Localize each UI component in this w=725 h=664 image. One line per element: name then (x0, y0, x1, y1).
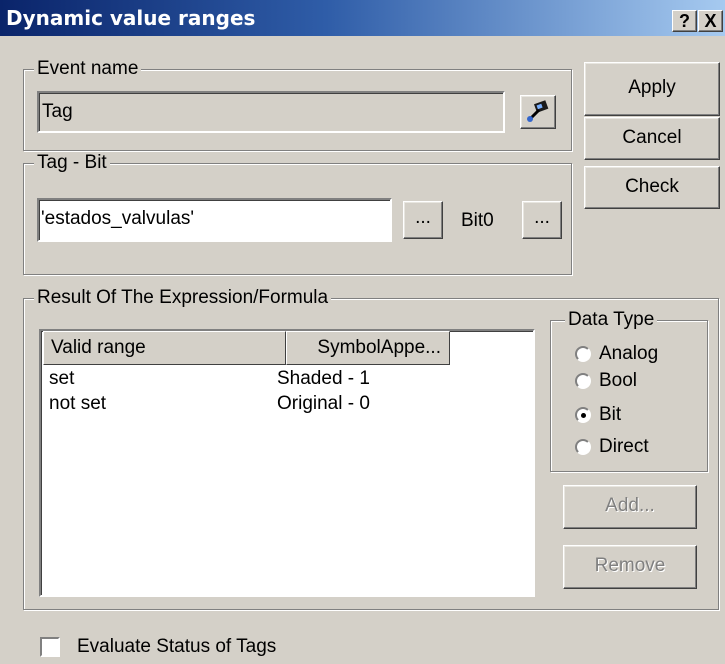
radio-selected-dot (581, 413, 586, 418)
apply-button[interactable]: Apply (584, 62, 720, 116)
bit-label: Bit0 (461, 210, 494, 231)
cancel-button[interactable]: Cancel (584, 117, 720, 160)
valid-range-list[interactable]: Valid range SymbolAppe... set Shaded - 1… (39, 329, 535, 597)
close-button[interactable]: X (698, 10, 723, 32)
row-range[interactable]: set (49, 368, 74, 390)
row-range[interactable]: not set (49, 393, 106, 415)
event-name-value: Tag (42, 101, 73, 122)
column-header-valid-range[interactable]: Valid range (43, 331, 286, 365)
result-legend: Result Of The Expression/Formula (34, 287, 332, 309)
tag-browse-button[interactable]: ... (403, 201, 443, 239)
bit-browse-button[interactable]: ... (522, 201, 562, 239)
evaluate-status-label: Evaluate Status of Tags (77, 636, 277, 657)
help-button[interactable]: ? (672, 10, 697, 32)
remove-button[interactable]: Remove (563, 545, 697, 589)
tag-value: 'estados_valvulas' (41, 208, 195, 229)
row-symbol[interactable]: Shaded - 1 (277, 368, 370, 390)
add-button[interactable]: Add... (563, 485, 697, 529)
title-bar: Dynamic value ranges ? X (0, 0, 725, 36)
tag-picker-button[interactable] (520, 95, 556, 129)
event-name-legend: Event name (34, 58, 142, 80)
tag-bit-legend: Tag - Bit (34, 152, 110, 174)
tag-picker-icon (527, 100, 549, 122)
data-type-legend: Data Type (565, 309, 658, 331)
row-symbol[interactable]: Original - 0 (277, 393, 370, 415)
check-button[interactable]: Check (584, 166, 720, 209)
event-name-field[interactable]: Tag (37, 91, 505, 133)
evaluate-status-checkbox[interactable] (40, 637, 60, 657)
tag-field[interactable]: 'estados_valvulas' (37, 198, 392, 242)
window-title: Dynamic value ranges (6, 6, 256, 30)
column-header-symbol-appearance[interactable]: SymbolAppe... (286, 331, 450, 365)
